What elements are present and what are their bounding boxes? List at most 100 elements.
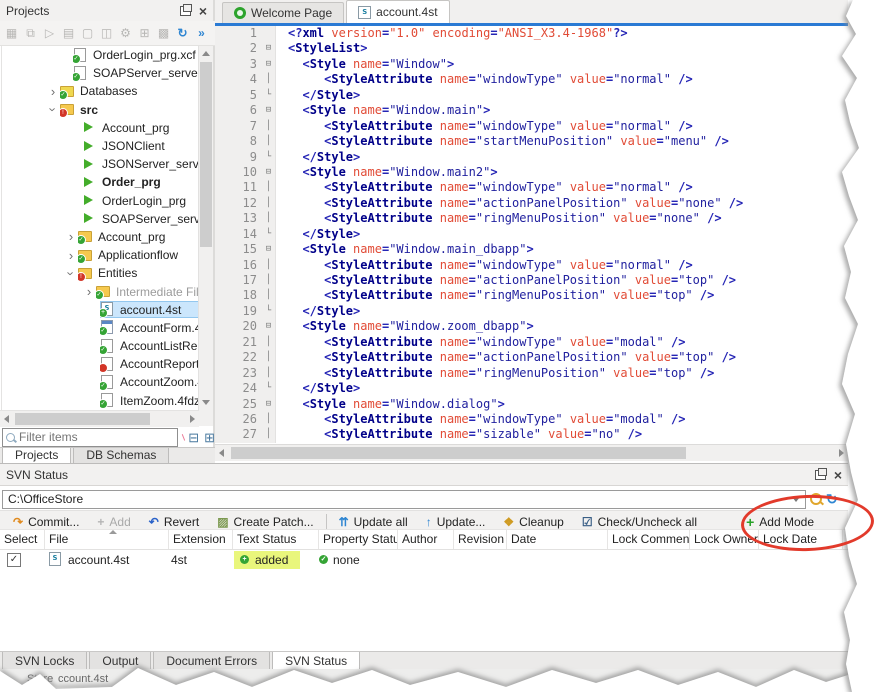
scroll-down-icon[interactable] <box>202 400 210 405</box>
tree-item-accountzoom-4fdz[interactable]: AccountZoom.4fdz <box>2 373 199 391</box>
tree-horizontal-scrollbar[interactable] <box>0 410 199 427</box>
scroll-right-icon[interactable] <box>190 415 195 423</box>
column-header-extension[interactable]: Extension <box>169 530 233 549</box>
path-value: C:\OfficeStore <box>8 492 83 506</box>
copy-icon[interactable]: ⧉ <box>22 26 39 41</box>
fold-marker-icon[interactable]: ⊟ <box>262 319 276 334</box>
code-line: 18│ <StyleAttribute name="ringMenuPositi… <box>215 288 848 303</box>
fold-guide: │ <box>262 412 276 427</box>
tree-item-applicationflow[interactable]: ›Applicationflow <box>2 246 199 264</box>
build-icon[interactable]: ▦ <box>3 26 20 40</box>
tree-item-account-prg[interactable]: ›Account_prg <box>2 228 199 246</box>
tab-projects[interactable]: Projects <box>2 448 71 464</box>
scroll-thumb[interactable] <box>15 413 150 425</box>
sync-icon[interactable]: ↻ <box>174 26 191 40</box>
collapse-all-icon[interactable]: ⊟ <box>188 431 199 444</box>
code-text: <StyleAttribute name="windowType" value=… <box>276 258 693 273</box>
tree-item-intermediate-files[interactable]: ›Intermediate Files <box>2 282 199 300</box>
scroll-left-icon[interactable] <box>219 449 224 457</box>
scroll-thumb[interactable] <box>231 447 686 459</box>
doc-icon[interactable]: ▤ <box>60 26 77 40</box>
tree-item-accountform-4fd[interactable]: AccountForm.4fd <box>2 319 199 337</box>
code-editor[interactable]: 1<?xml version="1.0" encoding="ANSI_X3.4… <box>215 26 848 445</box>
table-row[interactable]: ✓account.4st4st+added✓none <box>0 549 848 570</box>
scroll-right-icon[interactable] <box>839 449 844 457</box>
folder-check-icon <box>78 248 93 263</box>
float-icon[interactable] <box>815 470 826 480</box>
close-icon[interactable]: × <box>199 5 207 17</box>
folder-icon[interactable]: ▢ <box>79 26 96 40</box>
eraser-icon[interactable] <box>182 434 185 441</box>
fold-guide: │ <box>262 350 276 365</box>
tree-item-order-prg[interactable]: Order_prg <box>2 173 199 191</box>
chevron-collapsed-icon[interactable]: › <box>64 230 78 243</box>
float-icon[interactable] <box>180 6 191 16</box>
fold-marker-icon[interactable]: ⊟ <box>262 41 276 56</box>
column-header-file[interactable]: File <box>45 530 169 549</box>
tree-item-src[interactable]: ›src <box>2 101 199 119</box>
chevron-expanded-icon[interactable]: › <box>65 266 78 280</box>
import-icon[interactable]: ◫ <box>98 26 115 40</box>
tree-item-jsonserver-server[interactable]: JSONServer_server <box>2 155 199 173</box>
run-icon[interactable]: ▷ <box>41 26 58 40</box>
doc-check-icon <box>100 393 115 408</box>
package-icon[interactable]: ▩ <box>155 26 172 40</box>
tree-item-jsonclient[interactable]: JSONClient <box>2 137 199 155</box>
scroll-up-icon[interactable] <box>202 51 210 56</box>
row-checkbox[interactable]: ✓ <box>7 553 21 567</box>
expand-all-icon[interactable]: ⊞ <box>204 431 215 444</box>
column-header-revision[interactable]: Revision <box>454 530 507 549</box>
tree-item-itemzoom-4fdz[interactable]: ItemZoom.4fdz <box>2 392 199 410</box>
tree-item-entities[interactable]: ›Entities <box>2 264 199 282</box>
settings-icon[interactable]: ⚙ <box>117 26 134 40</box>
chevron-expanded-icon[interactable]: › <box>47 103 60 117</box>
tree-vertical-scrollbar[interactable] <box>198 46 213 410</box>
tree-item-label: AccountZoom.4fdz <box>120 375 199 389</box>
tree-item-account-prg[interactable]: Account_prg <box>2 119 199 137</box>
fold-marker-icon[interactable]: ⊟ <box>262 165 276 180</box>
column-header-lock-comment[interactable]: Lock Comment <box>608 530 690 549</box>
tree-item-accountreportdata-4rd[interactable]: AccountReportData.4rd <box>2 355 199 373</box>
path-combobox[interactable]: C:\OfficeStore <box>2 490 806 509</box>
code-line: 6⊟ <Style name="Window.main"> <box>215 103 848 118</box>
fold-marker-icon[interactable]: ⊟ <box>262 397 276 412</box>
tree-item-accountlistreport-4rp[interactable]: AccountListReport.4rp <box>2 337 199 355</box>
status-badge: +added <box>234 551 300 569</box>
tree-item-soapserver-server[interactable]: SOAPServer_server <box>2 210 199 228</box>
fold-marker-icon[interactable]: ⊟ <box>262 242 276 257</box>
code-line: 7│ <StyleAttribute name="windowType" val… <box>215 119 848 134</box>
fold-marker-icon[interactable]: ⊟ <box>262 103 276 118</box>
fold-guide: └ <box>262 88 276 103</box>
column-header-text-status[interactable]: Text Status <box>233 530 319 549</box>
scroll-thumb[interactable] <box>200 62 212 247</box>
fold-marker-icon[interactable]: ⊟ <box>262 57 276 72</box>
column-header-author[interactable]: Author <box>398 530 454 549</box>
editor-tab-welcome-page[interactable]: Welcome Page <box>222 2 344 23</box>
tree-item-databases[interactable]: ›Databases <box>2 82 199 100</box>
column-header-property-status[interactable]: Property Status <box>319 530 398 549</box>
scroll-left-icon[interactable] <box>4 415 9 423</box>
chevron-collapsed-icon[interactable]: › <box>82 285 96 298</box>
tree-item-label: AccountListReport.4rp <box>120 339 199 353</box>
tree-item-orderlogin-prg-xcf[interactable]: OrderLogin_prg.xcf <box>2 46 199 64</box>
close-icon[interactable]: × <box>834 469 842 481</box>
tree-item-account-4st[interactable]: account.4st <box>2 301 199 319</box>
tree-item-label: OrderLogin_prg <box>102 194 186 208</box>
filter-box[interactable] <box>2 428 178 447</box>
tree-item-orderlogin-prg[interactable]: OrderLogin_prg <box>2 192 199 210</box>
filter-input[interactable] <box>19 430 174 444</box>
column-header-select[interactable]: Select <box>0 530 45 549</box>
column-header-date[interactable]: Date <box>507 530 608 549</box>
tree-item-soapserver-server-xcf[interactable]: SOAPServer_server.xcf <box>2 64 199 82</box>
overflow-icon[interactable]: » <box>193 26 210 40</box>
chevron-collapsed-icon[interactable]: › <box>64 249 78 262</box>
chevron-collapsed-icon[interactable]: › <box>46 85 60 98</box>
tab-db-schemas[interactable]: DB Schemas <box>73 448 169 464</box>
editor-area: Welcome Pageaccount.4st 1<?xml version="… <box>215 0 848 461</box>
code-line: 4│ <StyleAttribute name="windowType" val… <box>215 72 848 87</box>
select-cell: ✓ <box>0 553 44 567</box>
new-file-icon[interactable]: ⊞ <box>136 26 153 40</box>
code-text: <StyleAttribute name="actionPanelPositio… <box>276 273 736 288</box>
editor-tab-account-4st[interactable]: account.4st <box>346 0 449 23</box>
editor-horizontal-scrollbar[interactable] <box>215 444 848 461</box>
